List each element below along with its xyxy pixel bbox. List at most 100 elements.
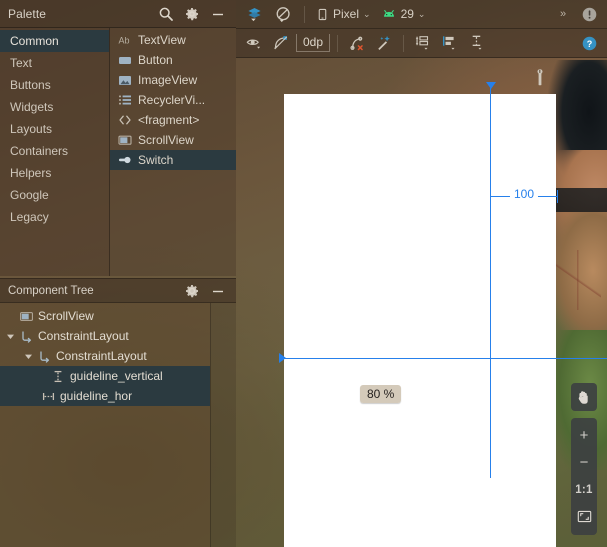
pack-icon[interactable] xyxy=(411,32,435,54)
switch-icon xyxy=(118,153,132,167)
show-constraints-icon[interactable] xyxy=(242,32,266,54)
design-surface[interactable]: 80 % 100 + − 1:1 xyxy=(236,58,607,547)
tree-node-scrollview[interactable]: ScrollView xyxy=(0,306,210,326)
tree-node-guideline-vertical[interactable]: guideline_vertical xyxy=(0,366,210,386)
gear-icon[interactable] xyxy=(184,283,200,299)
palette-title: Palette xyxy=(8,6,47,21)
clear-constraints-icon[interactable] xyxy=(345,32,369,54)
palette-panel: Palette Common Text Buttons Widgets Layo… xyxy=(0,0,236,276)
palette-item-list[interactable]: Ab TextView Button ImageView RecyclerVi.… xyxy=(110,28,236,276)
palette-category-list[interactable]: Common Text Buttons Widgets Layouts Cont… xyxy=(0,28,110,276)
api-level-selector[interactable]: 29 ⌄ xyxy=(378,3,429,25)
chevron-down-icon[interactable] xyxy=(24,352,33,361)
component-tree-gutter xyxy=(210,303,236,547)
orientation-button[interactable] xyxy=(271,3,296,25)
autoconnect-icon[interactable] xyxy=(269,32,293,54)
palette-item-label: RecyclerVi... xyxy=(138,93,206,107)
infer-constraints-icon[interactable] xyxy=(372,32,396,54)
palette-item-textview[interactable]: Ab TextView xyxy=(110,30,236,50)
actual-size-button[interactable]: 1:1 xyxy=(571,476,597,503)
component-tree-header-actions xyxy=(184,283,236,299)
palette-category-google[interactable]: Google xyxy=(0,184,109,206)
tree-node-label: ConstraintLayout xyxy=(38,329,129,343)
button-icon xyxy=(118,53,132,67)
palette-category-legacy[interactable]: Legacy xyxy=(0,206,109,228)
device-selector[interactable]: Pixel ⌄ xyxy=(313,3,374,25)
palette-category-widgets[interactable]: Widgets xyxy=(0,96,109,118)
toolbar-separator xyxy=(403,34,405,52)
palette-body: Common Text Buttons Widgets Layouts Cont… xyxy=(0,28,236,276)
fragment-icon xyxy=(118,113,132,127)
zoom-in-button[interactable]: + xyxy=(571,422,597,449)
palette-header: Palette xyxy=(0,0,236,28)
guideline-vertical-measurement: 100 xyxy=(490,187,558,203)
palette-item-label: Switch xyxy=(138,153,174,167)
component-tree-header: Component Tree xyxy=(0,278,236,303)
palette-category-containers[interactable]: Containers xyxy=(0,140,109,162)
minimize-icon[interactable] xyxy=(210,6,226,22)
chevron-down-icon[interactable] xyxy=(6,332,15,341)
gear-icon[interactable] xyxy=(184,6,200,22)
palette-category-text[interactable]: Text xyxy=(0,52,109,74)
guideline-percent-badge[interactable]: 80 % xyxy=(360,385,402,403)
component-tree-list[interactable]: ScrollView ConstraintLayout ConstraintLa… xyxy=(0,303,210,547)
palette-category-layouts[interactable]: Layouts xyxy=(0,118,109,140)
palette-item-recyclerview[interactable]: RecyclerVi... xyxy=(110,90,236,110)
device-label: Pixel xyxy=(333,7,360,21)
palette-category-buttons[interactable]: Buttons xyxy=(0,74,109,96)
measurement-cap-right xyxy=(557,190,558,203)
palette-item-label: ScrollView xyxy=(138,133,194,147)
toolbar-separator xyxy=(337,34,339,52)
expander-placeholder-icon xyxy=(6,312,15,321)
tree-node-label: ConstraintLayout xyxy=(56,349,147,363)
scrollview-icon xyxy=(20,310,33,323)
toolbar-separator xyxy=(304,5,305,23)
fit-screen-icon xyxy=(577,509,592,524)
tree-node-label: guideline_hor xyxy=(60,389,133,403)
palette-item-label: TextView xyxy=(138,33,186,47)
tree-node-guideline-hor[interactable]: guideline_hor xyxy=(0,386,210,406)
search-icon[interactable] xyxy=(158,6,174,22)
constraintlayout-icon xyxy=(20,330,33,343)
zoom-out-button[interactable]: − xyxy=(571,449,597,476)
tree-node-label: ScrollView xyxy=(38,309,94,323)
guideline-horizontal[interactable] xyxy=(279,353,607,363)
guideline-vertical-icon xyxy=(52,370,65,383)
measurement-label: 100 xyxy=(509,187,539,201)
default-margin-value[interactable]: 0dp xyxy=(296,34,331,52)
issues-button[interactable] xyxy=(578,3,601,25)
help-button[interactable]: ? xyxy=(578,32,601,54)
palette-item-imageview[interactable]: ImageView xyxy=(110,70,236,90)
palette-item-switch[interactable]: Switch xyxy=(110,150,236,170)
toolbar-overflow-button[interactable]: » xyxy=(552,3,574,25)
tree-node-constraintlayout-outer[interactable]: ConstraintLayout xyxy=(0,326,210,346)
android-studio-layout-editor: Palette Common Text Buttons Widgets Layo… xyxy=(0,0,607,547)
tree-node-constraintlayout-inner[interactable]: ConstraintLayout xyxy=(0,346,210,366)
palette-category-helpers[interactable]: Helpers xyxy=(0,162,109,184)
imageview-icon xyxy=(118,73,132,87)
design-surface-mode-button[interactable] xyxy=(242,3,267,25)
chevron-down-icon[interactable]: ⌄ xyxy=(363,9,371,20)
palette-item-fragment[interactable]: <fragment> xyxy=(110,110,236,130)
palette-item-scrollview[interactable]: ScrollView xyxy=(110,130,236,150)
editor-toolbar-constraints: 0dp ? xyxy=(236,29,607,58)
guidelines-icon[interactable] xyxy=(465,32,489,54)
minimize-icon[interactable] xyxy=(210,283,226,299)
guideline-vertical[interactable] xyxy=(486,82,496,478)
layout-editor-tools-wrench-icon[interactable] xyxy=(532,68,548,88)
device-preview[interactable]: 80 % xyxy=(284,94,556,547)
zoom-to-fit-button[interactable] xyxy=(571,503,597,530)
palette-item-label: ImageView xyxy=(138,73,198,87)
zoom-controls: + − 1:1 xyxy=(571,418,597,535)
editor-toolbar-main: Pixel ⌄ 29 ⌄ » xyxy=(236,0,607,29)
constraintlayout-icon xyxy=(38,350,51,363)
align-icon[interactable] xyxy=(438,32,462,54)
tree-node-label: guideline_vertical xyxy=(70,369,163,383)
palette-category-common[interactable]: Common xyxy=(0,30,109,52)
palette-item-button[interactable]: Button xyxy=(110,50,236,70)
component-tree-title: Component Tree xyxy=(8,284,94,297)
guideline-horizontal-icon xyxy=(42,390,55,403)
chevron-down-icon[interactable]: ⌄ xyxy=(418,9,426,20)
palette-item-label: Button xyxy=(138,53,173,67)
pan-screen-button[interactable] xyxy=(571,383,597,411)
